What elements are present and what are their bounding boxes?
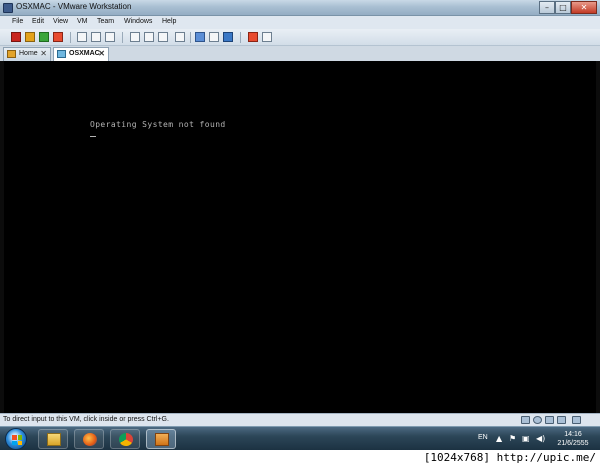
quick-switch-icon[interactable] xyxy=(144,32,154,42)
start-button[interactable] xyxy=(5,428,27,450)
usb-icon[interactable] xyxy=(557,416,566,424)
taskbar-vmware[interactable] xyxy=(146,429,176,449)
stretch-guest-icon[interactable] xyxy=(262,32,272,42)
tab-osxmac-label: OSXMAC xyxy=(69,50,100,57)
vm-icon xyxy=(57,50,66,58)
image-footer: [1024x768] http://upic.me/ xyxy=(0,450,600,469)
toolbar-separator xyxy=(122,32,123,43)
tab-bar: Home ✕ OSXMAC ✕ xyxy=(0,46,600,61)
settings-icon[interactable] xyxy=(248,32,258,42)
windows-logo-icon xyxy=(12,435,22,445)
snapshot-icon[interactable] xyxy=(77,32,87,42)
menu-help[interactable]: Help xyxy=(162,18,176,25)
console-view-icon[interactable] xyxy=(195,32,205,42)
menu-bar: File Edit View VM Team Windows Help xyxy=(0,16,600,29)
power-off-icon[interactable] xyxy=(11,32,21,42)
folder-icon xyxy=(47,433,61,446)
volume-icon[interactable]: ◀) xyxy=(536,434,545,443)
chrome-icon xyxy=(119,433,133,446)
menu-file[interactable]: File xyxy=(12,18,23,25)
toolbar xyxy=(0,29,600,46)
window-controls: – □ ✕ xyxy=(539,1,597,14)
maximize-button[interactable]: □ xyxy=(555,1,571,14)
clock-time: 14:16 xyxy=(564,431,582,438)
status-hint: To direct input to this VM, click inside… xyxy=(3,416,169,423)
firefox-icon xyxy=(83,433,97,446)
menu-edit[interactable]: Edit xyxy=(32,18,44,25)
vmware-app-icon xyxy=(3,3,13,13)
thumbnail-view-icon[interactable] xyxy=(209,32,219,42)
sound-icon[interactable] xyxy=(572,416,581,424)
suspend-icon[interactable] xyxy=(25,32,35,42)
snapshot-manager-icon[interactable] xyxy=(105,32,115,42)
tab-osxmac[interactable]: OSXMAC ✕ xyxy=(53,47,109,61)
toolbar-separator xyxy=(190,32,191,43)
watermark-text: [1024x768] http://upic.me/ xyxy=(423,451,596,464)
taskbar-firefox[interactable] xyxy=(74,429,104,449)
show-sidebar-icon[interactable] xyxy=(130,32,140,42)
language-indicator[interactable]: EN xyxy=(478,434,488,441)
fit-guest-icon[interactable] xyxy=(223,32,233,42)
hard-disk-icon[interactable] xyxy=(521,416,530,424)
close-tab-osxmac-icon[interactable]: ✕ xyxy=(98,48,105,60)
revert-snapshot-icon[interactable] xyxy=(91,32,101,42)
menu-vm[interactable]: VM xyxy=(77,18,88,25)
tab-home-label: Home xyxy=(19,50,38,57)
menu-team[interactable]: Team xyxy=(97,18,114,25)
close-tab-home-icon[interactable]: ✕ xyxy=(40,48,47,60)
taskbar: EN ▲ ⚑ ▣ ◀) 14:16 21/6/2555 xyxy=(0,426,600,450)
tab-home[interactable]: Home ✕ xyxy=(3,47,51,61)
unity-icon[interactable] xyxy=(175,32,185,42)
home-icon xyxy=(7,50,16,58)
show-hidden-icons-icon[interactable]: ▲ xyxy=(496,434,502,443)
toolbar-separator xyxy=(70,32,71,43)
boot-error-message: Operating System not found xyxy=(90,120,226,129)
network-tray-icon[interactable]: ▣ xyxy=(522,434,530,443)
taskbar-explorer[interactable] xyxy=(38,429,68,449)
desktop-screen: OSXMAC - VMware Workstation – □ ✕ File E… xyxy=(0,0,600,469)
reset-icon[interactable] xyxy=(53,32,63,42)
cd-drive-icon[interactable] xyxy=(533,416,542,424)
network-icon[interactable] xyxy=(545,416,554,424)
taskbar-clock[interactable]: 14:16 21/6/2555 xyxy=(555,430,591,448)
menu-windows[interactable]: Windows xyxy=(124,18,152,25)
minimize-button[interactable]: – xyxy=(539,1,555,14)
window-title: OSXMAC - VMware Workstation xyxy=(16,2,132,11)
clock-date: 21/6/2555 xyxy=(557,440,589,447)
window-titlebar[interactable]: OSXMAC - VMware Workstation – □ ✕ xyxy=(0,0,600,16)
full-screen-icon[interactable] xyxy=(158,32,168,42)
menu-view[interactable]: View xyxy=(53,18,68,25)
vm-console[interactable]: Operating System not found xyxy=(4,61,596,413)
power-on-icon[interactable] xyxy=(39,32,49,42)
taskbar-chrome[interactable] xyxy=(110,429,140,449)
text-cursor xyxy=(90,136,96,137)
vmware-icon xyxy=(155,433,169,446)
close-button[interactable]: ✕ xyxy=(571,1,597,14)
action-center-flag-icon[interactable]: ⚑ xyxy=(509,434,516,443)
toolbar-separator xyxy=(240,32,241,43)
status-bar: To direct input to this VM, click inside… xyxy=(0,413,600,426)
